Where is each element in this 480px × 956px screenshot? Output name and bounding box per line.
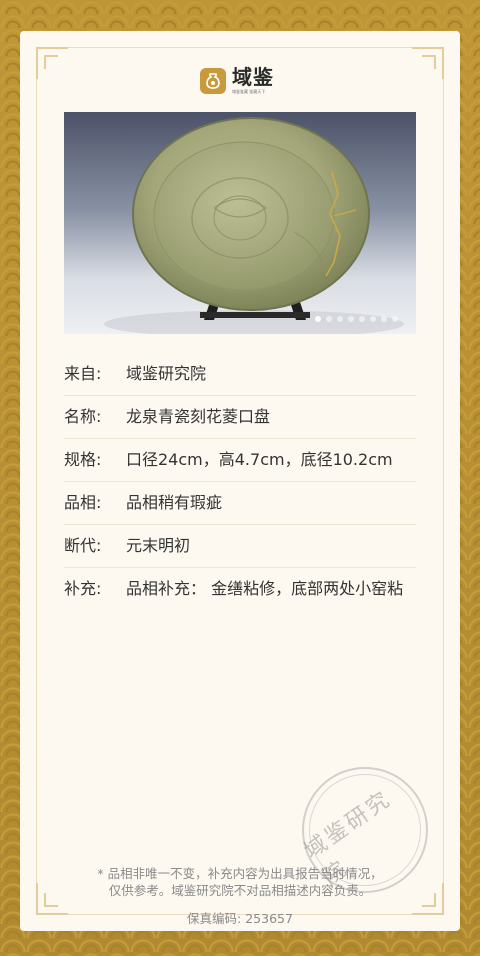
detail-row-dating: 断代: 元末明初	[64, 525, 416, 568]
detail-row-source: 来自: 域鉴研究院	[64, 353, 416, 396]
disclaimer-line: 仅供参考。域鉴研究院不对品相描述内容负责。	[108, 883, 372, 898]
detail-label: 品相:	[64, 493, 102, 512]
authenticity-code: 保真编码: 253657	[20, 908, 460, 927]
detail-label: 规格:	[64, 450, 102, 469]
detail-row-supplement: 补充: 品相补充： 金缮粘修，底部两处小窑粘	[64, 568, 416, 610]
item-photo-carousel[interactable]	[64, 112, 416, 334]
carousel-dot[interactable]	[392, 316, 398, 322]
detail-label: 断代:	[64, 536, 102, 555]
brand-logo: 域鉴 域鉴鉴藏 鉴藏天下	[200, 67, 274, 95]
detail-row-condition: 品相: 品相稍有瑕疵	[64, 482, 416, 525]
carousel-dot[interactable]	[381, 316, 387, 322]
detail-row-spec: 规格: 口径24cm，高4.7cm，底径10.2cm	[64, 439, 416, 482]
detail-value: 元末明初	[126, 536, 191, 555]
carousel-dot[interactable]	[359, 316, 365, 322]
detail-label: 补充:	[64, 579, 102, 598]
carousel-dot[interactable]	[326, 316, 332, 322]
carousel-dot[interactable]	[348, 316, 354, 322]
celadon-dish-image	[104, 117, 404, 334]
details-list: 来自: 域鉴研究院 名称: 龙泉青瓷刻花菱口盘 规格: 口径24cm，高4.7c…	[64, 353, 416, 610]
corner-ornament-icon	[412, 47, 444, 79]
detail-value: 品相补充： 金缮粘修，底部两处小窑粘	[126, 579, 404, 598]
certificate-card: 域鉴 域鉴鉴藏 鉴藏天下 来自: 域鉴研究院 名称: 龙泉青瓷刻花菱口盘 规格:…	[20, 31, 460, 931]
detail-value: 域鉴研究院	[126, 364, 207, 383]
corner-ornament-icon	[36, 47, 68, 79]
carousel-dots[interactable]	[315, 316, 398, 322]
detail-value: 龙泉青瓷刻花菱口盘	[126, 407, 271, 426]
code-label: 保真编码:	[187, 911, 242, 926]
disclaimer-line: * 品相非唯一不变，补充内容为出具报告当时情况，	[97, 866, 383, 881]
detail-row-name: 名称: 龙泉青瓷刻花菱口盘	[64, 396, 416, 439]
disclaimer-note: * 品相非唯一不变，补充内容为出具报告当时情况， 仅供参考。域鉴研究院不对品相描…	[80, 865, 400, 899]
brand-name: 域鉴	[232, 65, 274, 89]
detail-label: 名称:	[64, 407, 102, 426]
vase-logo-icon	[200, 68, 226, 94]
carousel-dot[interactable]	[337, 316, 343, 322]
carousel-dot[interactable]	[315, 316, 321, 322]
brand-tagline: 域鉴鉴藏 鉴藏天下	[232, 89, 266, 94]
carousel-dot[interactable]	[370, 316, 376, 322]
detail-label: 来自:	[64, 364, 102, 383]
detail-value: 口径24cm，高4.7cm，底径10.2cm	[126, 450, 393, 469]
code-value: 253657	[245, 911, 293, 926]
detail-value: 品相稍有瑕疵	[126, 493, 223, 512]
